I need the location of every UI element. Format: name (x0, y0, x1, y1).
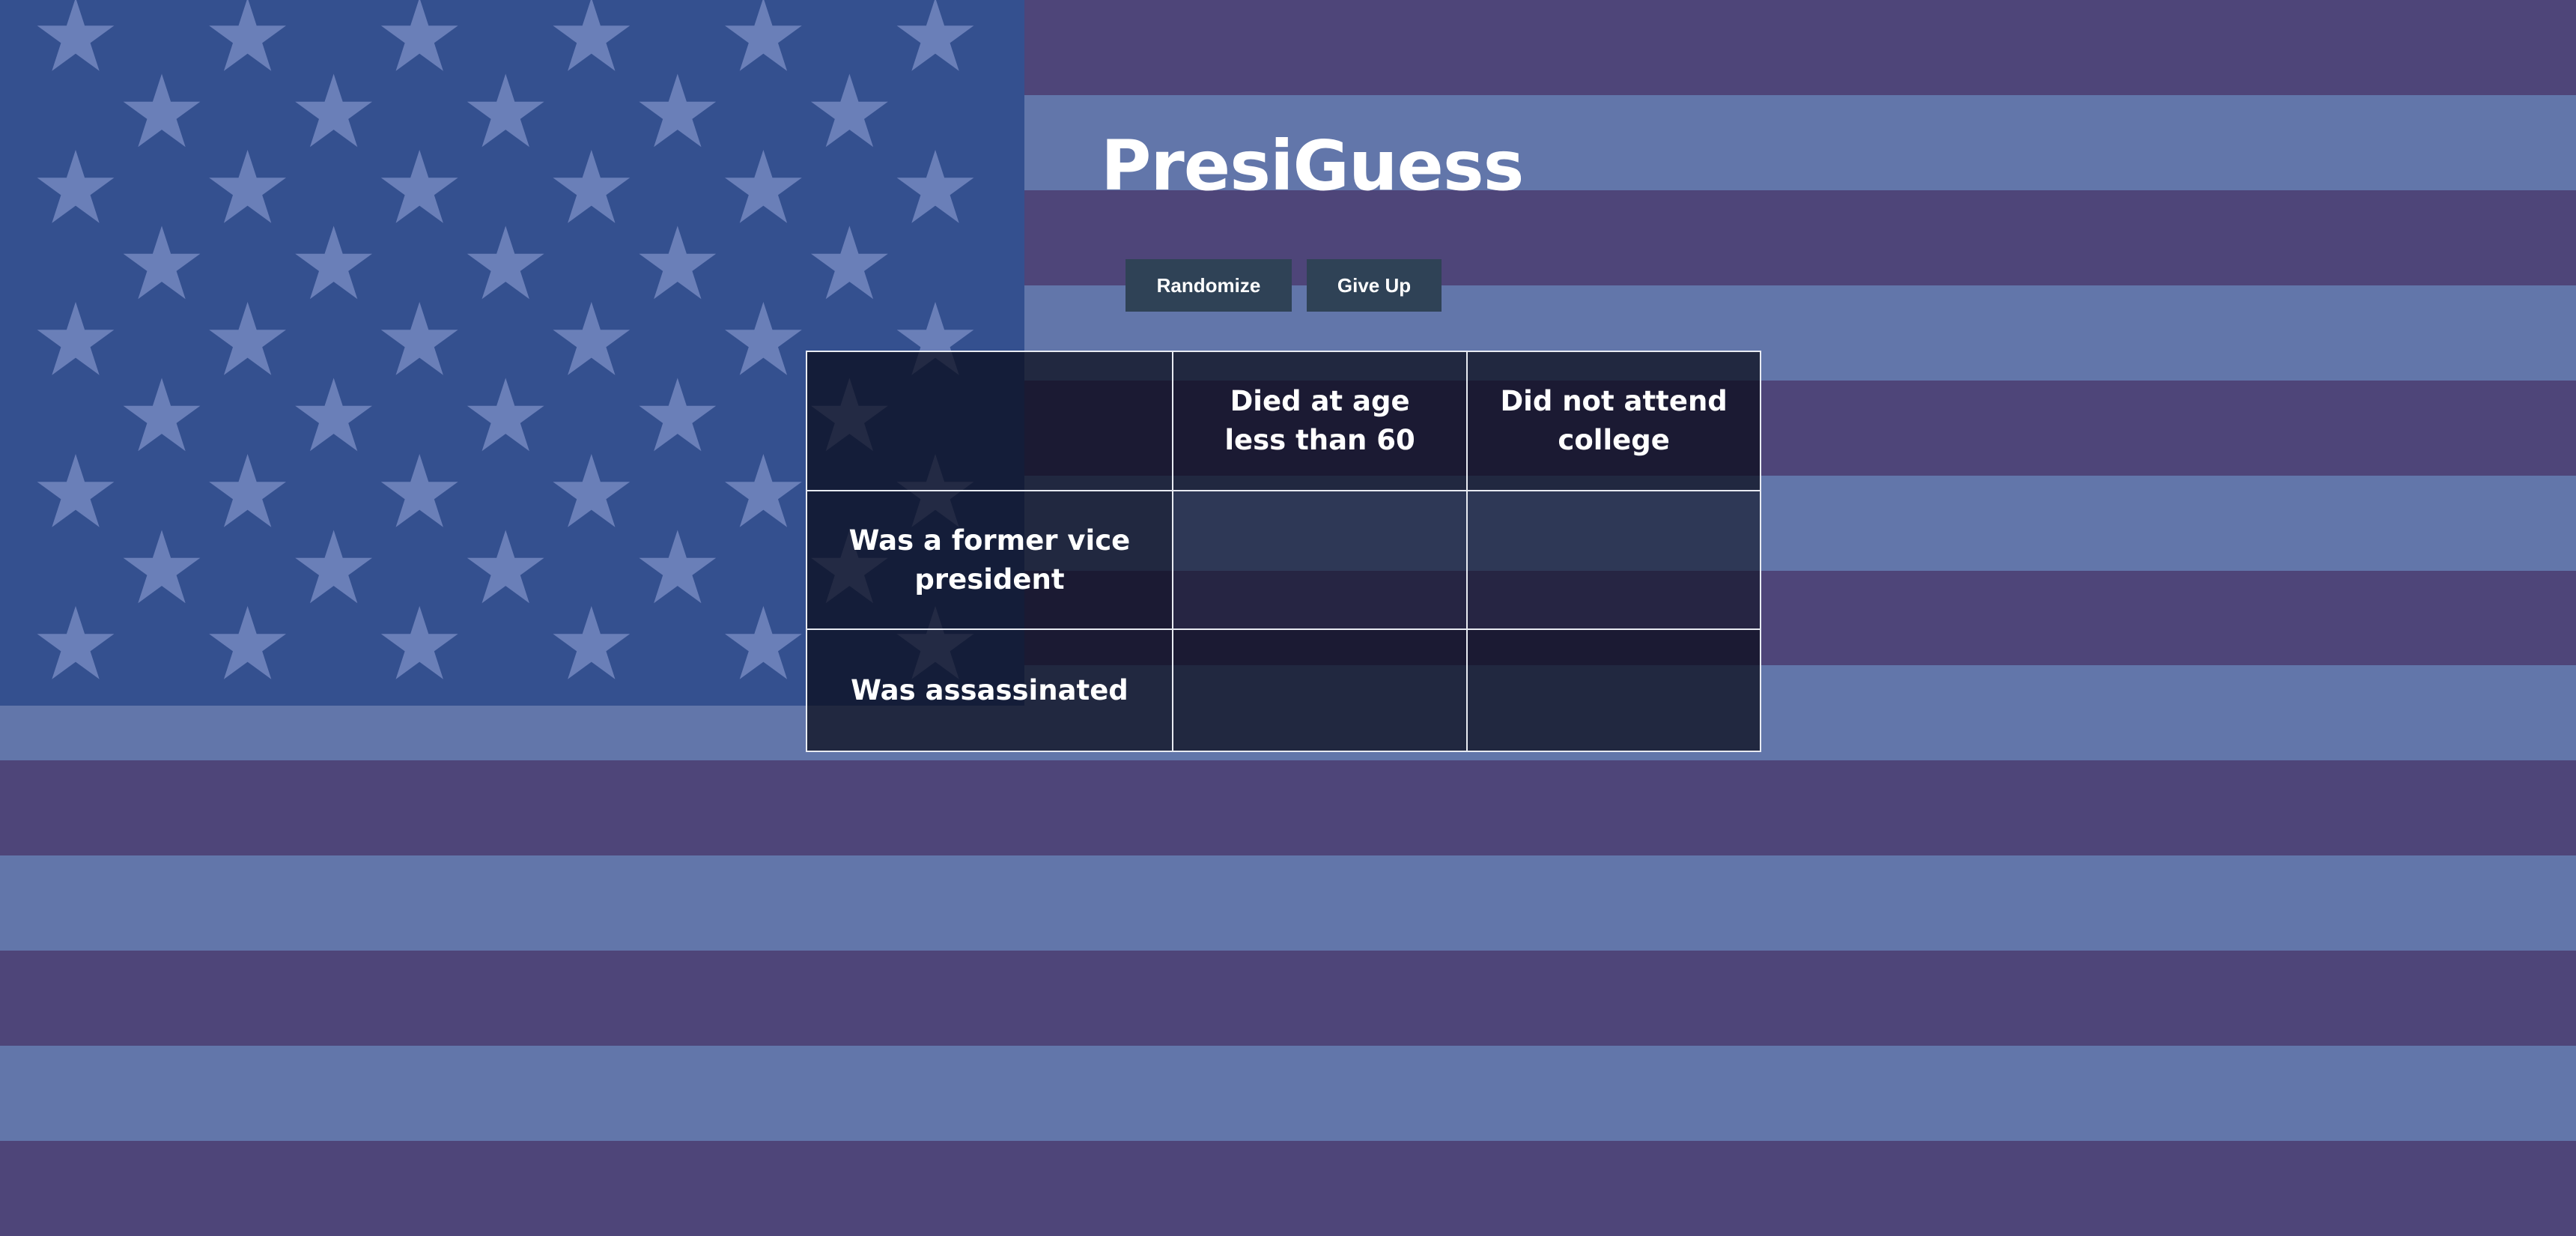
star-icon (123, 225, 201, 300)
row-header-former-vice-president: Was a former vice president (806, 489, 1173, 631)
star-icon (467, 225, 544, 300)
star-icon (123, 378, 201, 452)
star-icon (553, 454, 631, 527)
star-icon (467, 530, 544, 604)
star-icon (380, 150, 458, 223)
star-icon (639, 378, 717, 452)
flag-stripe (0, 1046, 2576, 1142)
star-icon (295, 378, 372, 452)
star-icon (725, 0, 802, 71)
star-icon (380, 0, 458, 71)
give-up-button[interactable]: Give Up (1307, 259, 1442, 312)
star-icon (37, 0, 115, 71)
column-header-died-under-60: Died at age less than 60 (1171, 351, 1468, 491)
guess-cell[interactable] (1171, 628, 1468, 752)
star-icon (123, 73, 201, 148)
star-icon (209, 150, 286, 223)
star-icon (553, 606, 631, 679)
star-icon (896, 0, 974, 71)
page-title: PresiGuess (1101, 126, 1524, 206)
grid-row: Was assassinated (806, 628, 1761, 752)
flag-stripe (0, 1141, 2576, 1236)
grid-row: Was a former vice president (806, 489, 1761, 631)
star-icon (639, 530, 717, 604)
star-icon (553, 150, 631, 223)
star-icon (209, 606, 286, 679)
flag-stripe (0, 855, 2576, 951)
row-header-assassinated: Was assassinated (806, 628, 1173, 752)
star-icon (295, 225, 372, 300)
star-icon (380, 454, 458, 527)
guess-cell[interactable] (1466, 489, 1761, 631)
star-icon (380, 302, 458, 375)
star-icon (639, 225, 717, 300)
star-icon (209, 454, 286, 527)
star-icon (37, 150, 115, 223)
star-icon (811, 225, 888, 300)
star-icon (467, 73, 544, 148)
star-icon (123, 530, 201, 604)
star-icon (209, 0, 286, 71)
star-icon (295, 73, 372, 148)
star-icon (37, 454, 115, 527)
star-icon (811, 73, 888, 148)
grid-header-row: Died at age less than 60 Did not attend … (806, 351, 1761, 491)
guess-cell[interactable] (1466, 628, 1761, 752)
star-icon (37, 302, 115, 375)
star-icon (467, 378, 544, 452)
star-icon (553, 302, 631, 375)
star-icon (295, 530, 372, 604)
star-icon (639, 73, 717, 148)
flag-stripe (0, 951, 2576, 1046)
star-icon (725, 606, 802, 679)
guess-cell[interactable] (1171, 489, 1468, 631)
star-icon (37, 606, 115, 679)
column-header-no-college: Did not attend college (1466, 351, 1761, 491)
star-icon (209, 302, 286, 375)
star-icon (725, 150, 802, 223)
grid-corner-cell (806, 351, 1173, 491)
star-icon (380, 606, 458, 679)
flag-stripe (0, 760, 2576, 856)
randomize-button[interactable]: Randomize (1126, 259, 1292, 312)
star-icon (896, 150, 974, 223)
star-icon (725, 454, 802, 527)
star-icon (725, 302, 802, 375)
guess-grid: Died at age less than 60 Did not attend … (806, 351, 1761, 752)
star-icon (553, 0, 631, 71)
